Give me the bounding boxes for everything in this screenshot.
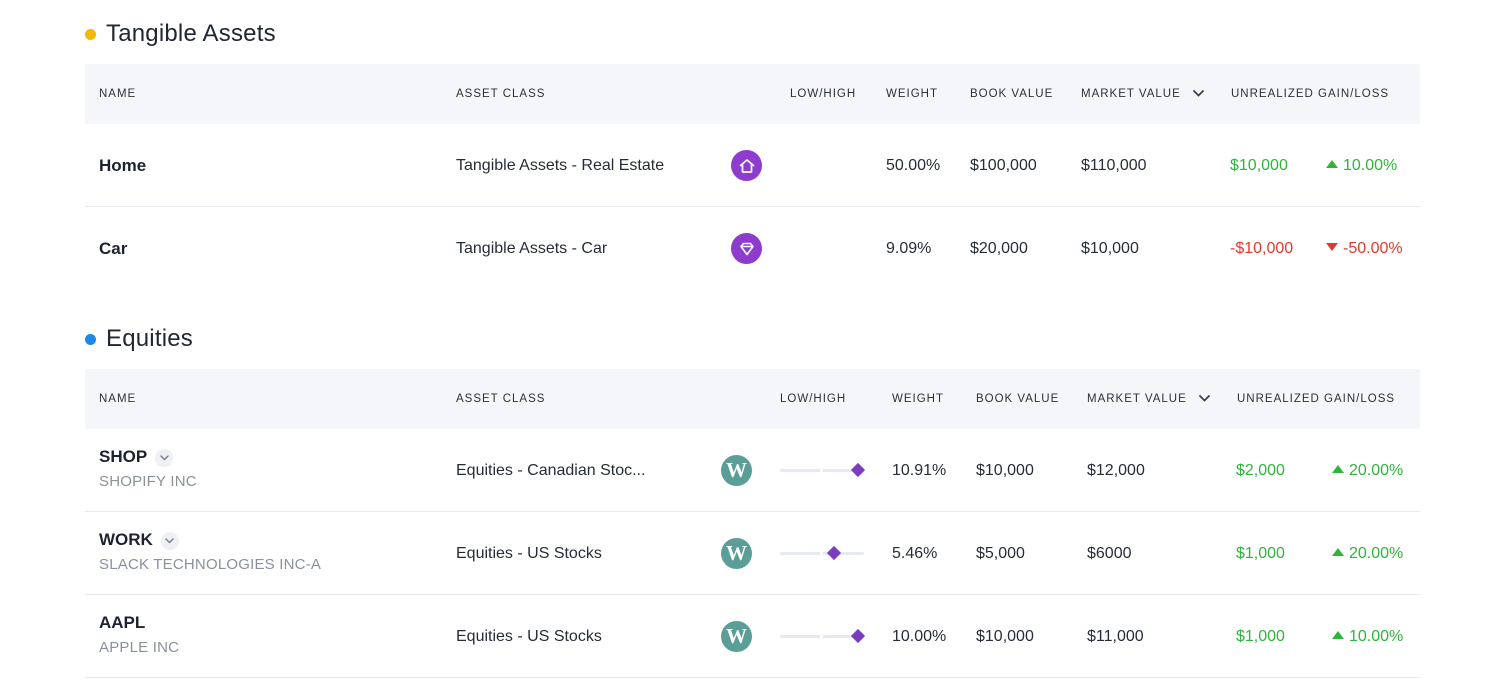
- weight-value: 10.91%: [892, 462, 947, 479]
- column-header-weight[interactable]: WEIGHT: [892, 369, 944, 429]
- range-midpoint: [820, 551, 823, 556]
- weight-value: 50.00%: [886, 157, 941, 174]
- range-marker: [850, 462, 866, 478]
- arrow-down-icon: [1326, 243, 1338, 251]
- column-header-name[interactable]: NAME: [99, 369, 136, 429]
- asset-class: Equities - Canadian Stoc...: [456, 462, 646, 479]
- market-value: $6000: [1087, 545, 1132, 562]
- column-header-low-high[interactable]: LOW/HIGH: [780, 369, 846, 429]
- asset-name: Home: [99, 156, 147, 175]
- equities-table: NAME ASSET CLASS LOW/HIGH WEIGHT BOOK VA…: [85, 369, 1420, 678]
- weight-value: 5.46%: [892, 545, 938, 562]
- book-value: $100,000: [970, 157, 1037, 174]
- column-header-asset-class[interactable]: ASSET CLASS: [456, 64, 545, 124]
- section-header-equities: Equities: [85, 325, 193, 353]
- column-header-market-value-label: MARKET VALUE: [1087, 393, 1187, 406]
- book-value: $10,000: [976, 462, 1034, 479]
- book-value: $5,000: [976, 545, 1025, 562]
- unrealized-gain-amount: $10,000: [1230, 157, 1288, 174]
- wealthsimple-w-icon: W: [721, 621, 752, 652]
- ticker-symbol: AAPL: [99, 613, 146, 632]
- gain-percent-text: -50.00%: [1343, 240, 1403, 257]
- expand-chevron-down-icon[interactable]: [155, 448, 174, 467]
- market-value: $12,000: [1087, 462, 1145, 479]
- arrow-up-icon: [1326, 160, 1338, 168]
- gain-percent-text: 20.00%: [1349, 462, 1404, 479]
- column-header-low-high[interactable]: LOW/HIGH: [790, 64, 856, 124]
- sort-chevron-down-icon[interactable]: [1193, 64, 1204, 124]
- section-title: Equities: [106, 325, 193, 352]
- column-header-weight[interactable]: WEIGHT: [886, 64, 938, 124]
- ticker-symbol: SHOP: [99, 447, 148, 466]
- ticker-symbol: WORK: [99, 530, 153, 549]
- table-row[interactable]: SHOP SHOPIFY INC Equities - Canadian Sto…: [85, 429, 1420, 512]
- asset-class: Equities - US Stocks: [456, 545, 602, 562]
- diamond-icon: [731, 233, 762, 264]
- gain-percent-text: 10.00%: [1349, 628, 1404, 645]
- unrealized-gain-percent: 20.00%: [1332, 462, 1403, 480]
- tangible-assets-dot-icon: [85, 28, 96, 40]
- unrealized-gain-percent: 20.00%: [1332, 545, 1403, 563]
- company-name: SHOPIFY INC: [99, 473, 197, 490]
- ticker-cell: WORK: [99, 530, 179, 550]
- unrealized-gain-amount: $2,000: [1236, 462, 1285, 479]
- market-value: $110,000: [1081, 157, 1147, 174]
- market-value: $11,000: [1087, 628, 1144, 645]
- book-value: $20,000: [970, 240, 1028, 257]
- column-header-market-value-label: MARKET VALUE: [1081, 88, 1181, 101]
- asset-class: Equities - US Stocks: [456, 628, 602, 645]
- range-midpoint: [820, 468, 823, 473]
- column-header-market-value[interactable]: MARKET VALUE: [1081, 64, 1204, 124]
- sort-chevron-down-icon[interactable]: [1199, 369, 1210, 429]
- range-midpoint: [820, 634, 823, 639]
- table-header: NAME ASSET CLASS LOW/HIGH WEIGHT BOOK VA…: [85, 369, 1420, 429]
- market-value: $10,000: [1081, 240, 1139, 257]
- range-marker: [850, 628, 866, 644]
- column-header-market-value[interactable]: MARKET VALUE: [1087, 369, 1210, 429]
- range-marker: [827, 545, 842, 561]
- unrealized-gain-amount: $1,000: [1236, 628, 1285, 645]
- wealthsimple-w-icon: W: [721, 455, 752, 486]
- unrealized-gain-percent: -50.00%: [1326, 240, 1403, 258]
- table-row[interactable]: AAPL APPLE INC Equities - US Stocks W 10…: [85, 595, 1420, 678]
- section-title: Tangible Assets: [106, 20, 276, 47]
- unrealized-gain-amount: $1,000: [1236, 545, 1285, 562]
- tangible-assets-table: NAME ASSET CLASS LOW/HIGH WEIGHT BOOK VA…: [85, 64, 1420, 290]
- gain-percent-text: 10.00%: [1343, 157, 1398, 174]
- low-high-range-slider: [780, 545, 864, 561]
- company-name: APPLE INC: [99, 639, 180, 656]
- column-header-unrealized-gain-loss[interactable]: UNREALIZED GAIN/LOSS: [1231, 64, 1389, 124]
- asset-name: Car: [99, 239, 128, 258]
- section-header-tangible-assets: Tangible Assets: [85, 20, 276, 48]
- unrealized-gain-amount: -$10,000: [1230, 240, 1294, 257]
- arrow-up-icon: [1332, 631, 1344, 639]
- expand-chevron-down-icon[interactable]: [160, 531, 179, 550]
- table-row[interactable]: WORK SLACK TECHNOLOGIES INC-A Equities -…: [85, 512, 1420, 595]
- asset-class: Tangible Assets - Car: [456, 240, 608, 257]
- weight-value: 9.09%: [886, 240, 932, 257]
- company-name: SLACK TECHNOLOGIES INC-A: [99, 556, 322, 573]
- table-row[interactable]: Car Tangible Assets - Car 9.09% $20,000 …: [85, 207, 1420, 290]
- unrealized-gain-percent: 10.00%: [1332, 628, 1403, 646]
- weight-value: 10.00%: [892, 628, 947, 645]
- table-row[interactable]: Home Tangible Assets - Real Estate 50.00…: [85, 124, 1420, 207]
- column-header-book-value[interactable]: BOOK VALUE: [970, 64, 1053, 124]
- equities-dot-icon: [85, 333, 96, 345]
- book-value: $10,000: [976, 628, 1034, 645]
- column-header-name[interactable]: NAME: [99, 64, 136, 124]
- low-high-range-slider: [780, 462, 866, 478]
- low-high-range-slider: [780, 628, 866, 644]
- home-icon: [731, 150, 762, 181]
- wealthsimple-w-icon: W: [721, 538, 752, 569]
- arrow-up-icon: [1332, 548, 1344, 556]
- gain-percent-text: 20.00%: [1349, 545, 1404, 562]
- asset-class: Tangible Assets - Real Estate: [456, 157, 665, 174]
- unrealized-gain-percent: 10.00%: [1326, 157, 1397, 175]
- column-header-book-value[interactable]: BOOK VALUE: [976, 369, 1059, 429]
- column-header-asset-class[interactable]: ASSET CLASS: [456, 369, 545, 429]
- ticker-cell: SHOP: [99, 447, 174, 467]
- arrow-up-icon: [1332, 465, 1344, 473]
- column-header-unrealized-gain-loss[interactable]: UNREALIZED GAIN/LOSS: [1237, 369, 1395, 429]
- table-header: NAME ASSET CLASS LOW/HIGH WEIGHT BOOK VA…: [85, 64, 1420, 124]
